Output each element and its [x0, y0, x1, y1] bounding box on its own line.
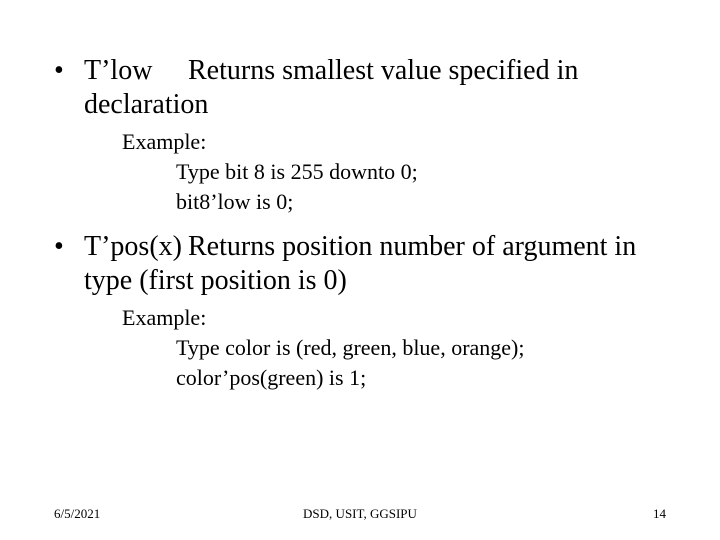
example-block: Example: Type color is (red, green, blue…	[122, 303, 666, 392]
attr-term: T’low	[84, 54, 188, 88]
slide-footer: 6/5/2021 DSD, USIT, GGSIPU 14	[0, 506, 720, 522]
example-label: Example:	[122, 127, 666, 157]
footer-date: 6/5/2021	[54, 506, 100, 522]
example-line: color’pos(green) is 1;	[176, 363, 666, 393]
example-label: Example:	[122, 303, 666, 333]
example-line: bit8’low is 0;	[176, 187, 666, 217]
bullet-mark-icon: •	[54, 54, 84, 88]
attr-term: T’pos(x)	[84, 230, 188, 264]
footer-center: DSD, USIT, GGSIPU	[0, 506, 720, 522]
bullet-item: • T’pos(x)Returns position number of arg…	[54, 230, 666, 297]
bullet-text: T’pos(x)Returns position number of argum…	[84, 230, 666, 297]
bullet-item: • T’lowReturns smallest value specified …	[54, 54, 666, 121]
slide: • T’lowReturns smallest value specified …	[0, 0, 720, 540]
slide-body: • T’lowReturns smallest value specified …	[54, 54, 666, 407]
example-line: Type bit 8 is 255 downto 0;	[176, 157, 666, 187]
footer-page-number: 14	[653, 506, 666, 522]
bullet-mark-icon: •	[54, 230, 84, 264]
bullet-text: T’lowReturns smallest value specified in…	[84, 54, 666, 121]
example-block: Example: Type bit 8 is 255 downto 0; bit…	[122, 127, 666, 216]
example-line: Type color is (red, green, blue, orange)…	[176, 333, 666, 363]
